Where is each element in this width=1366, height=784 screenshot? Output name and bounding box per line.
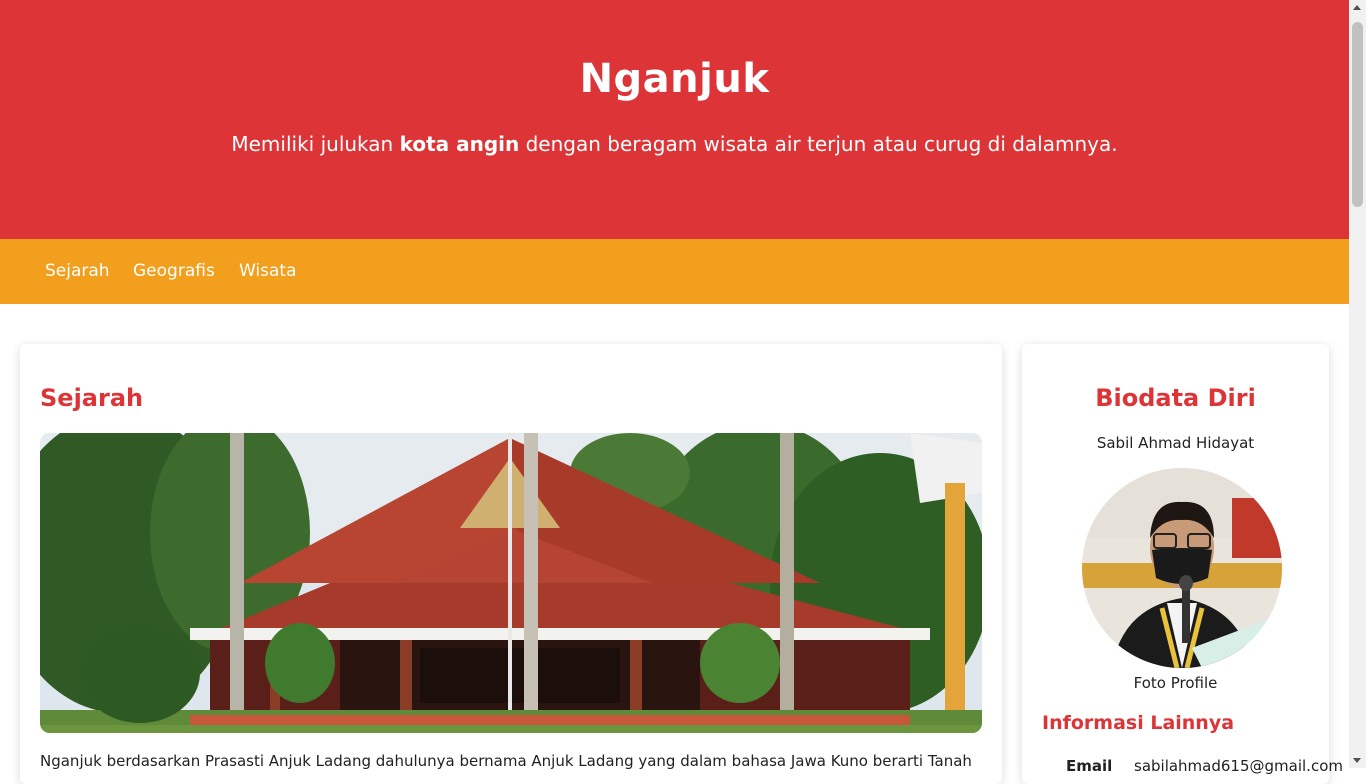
email-row: Email sabilahmad615@gmail.com xyxy=(1066,757,1343,775)
email-label: Email xyxy=(1066,757,1113,775)
nav-link-geografis[interactable]: Geografis xyxy=(133,261,215,281)
scroll-down-icon[interactable] xyxy=(1353,758,1361,763)
scroll-up-icon[interactable] xyxy=(1353,5,1361,10)
tagline-highlight: kota angin xyxy=(399,132,520,156)
info-title: Informasi Lainnya xyxy=(1042,712,1235,734)
site-header: Nganjuk Memiliki julukan kota angin deng… xyxy=(0,0,1349,239)
main-navbar: Sejarah Geografis Wisata xyxy=(0,239,1349,304)
site-title: Nganjuk xyxy=(579,56,770,102)
sejarah-hero-photo xyxy=(40,433,982,733)
biodata-title: Biodata Diri xyxy=(1095,384,1256,412)
nav-link-sejarah[interactable]: Sejarah xyxy=(45,261,110,281)
profile-photo-caption: Foto Profile xyxy=(1133,674,1218,692)
section-title: Sejarah xyxy=(40,384,144,412)
site-tagline: Memiliki julukan kota angin dengan berag… xyxy=(0,132,1349,156)
tagline-suffix: dengan beragam wisata air terjun atau cu… xyxy=(519,132,1118,156)
tagline-prefix: Memiliki julukan xyxy=(231,132,400,156)
nav-link-wisata[interactable]: Wisata xyxy=(239,261,297,281)
sejarah-paragraph: Nganjuk berdasarkan Prasasti Anjuk Ladan… xyxy=(40,752,972,770)
profile-photo xyxy=(1082,468,1282,668)
scroll-thumb[interactable] xyxy=(1352,22,1363,207)
sejarah-article-card: Sejarah Nganjuk berdasarkan Prasasti Anj… xyxy=(20,344,1002,784)
email-value[interactable]: sabilahmad615@gmail.com xyxy=(1134,757,1343,775)
vertical-scrollbar[interactable] xyxy=(1349,0,1366,768)
biodata-card: Biodata Diri Sabil Ahmad Hidayat Foto Pr… xyxy=(1022,344,1343,784)
profile-name: Sabil Ahmad Hidayat xyxy=(1096,434,1255,452)
